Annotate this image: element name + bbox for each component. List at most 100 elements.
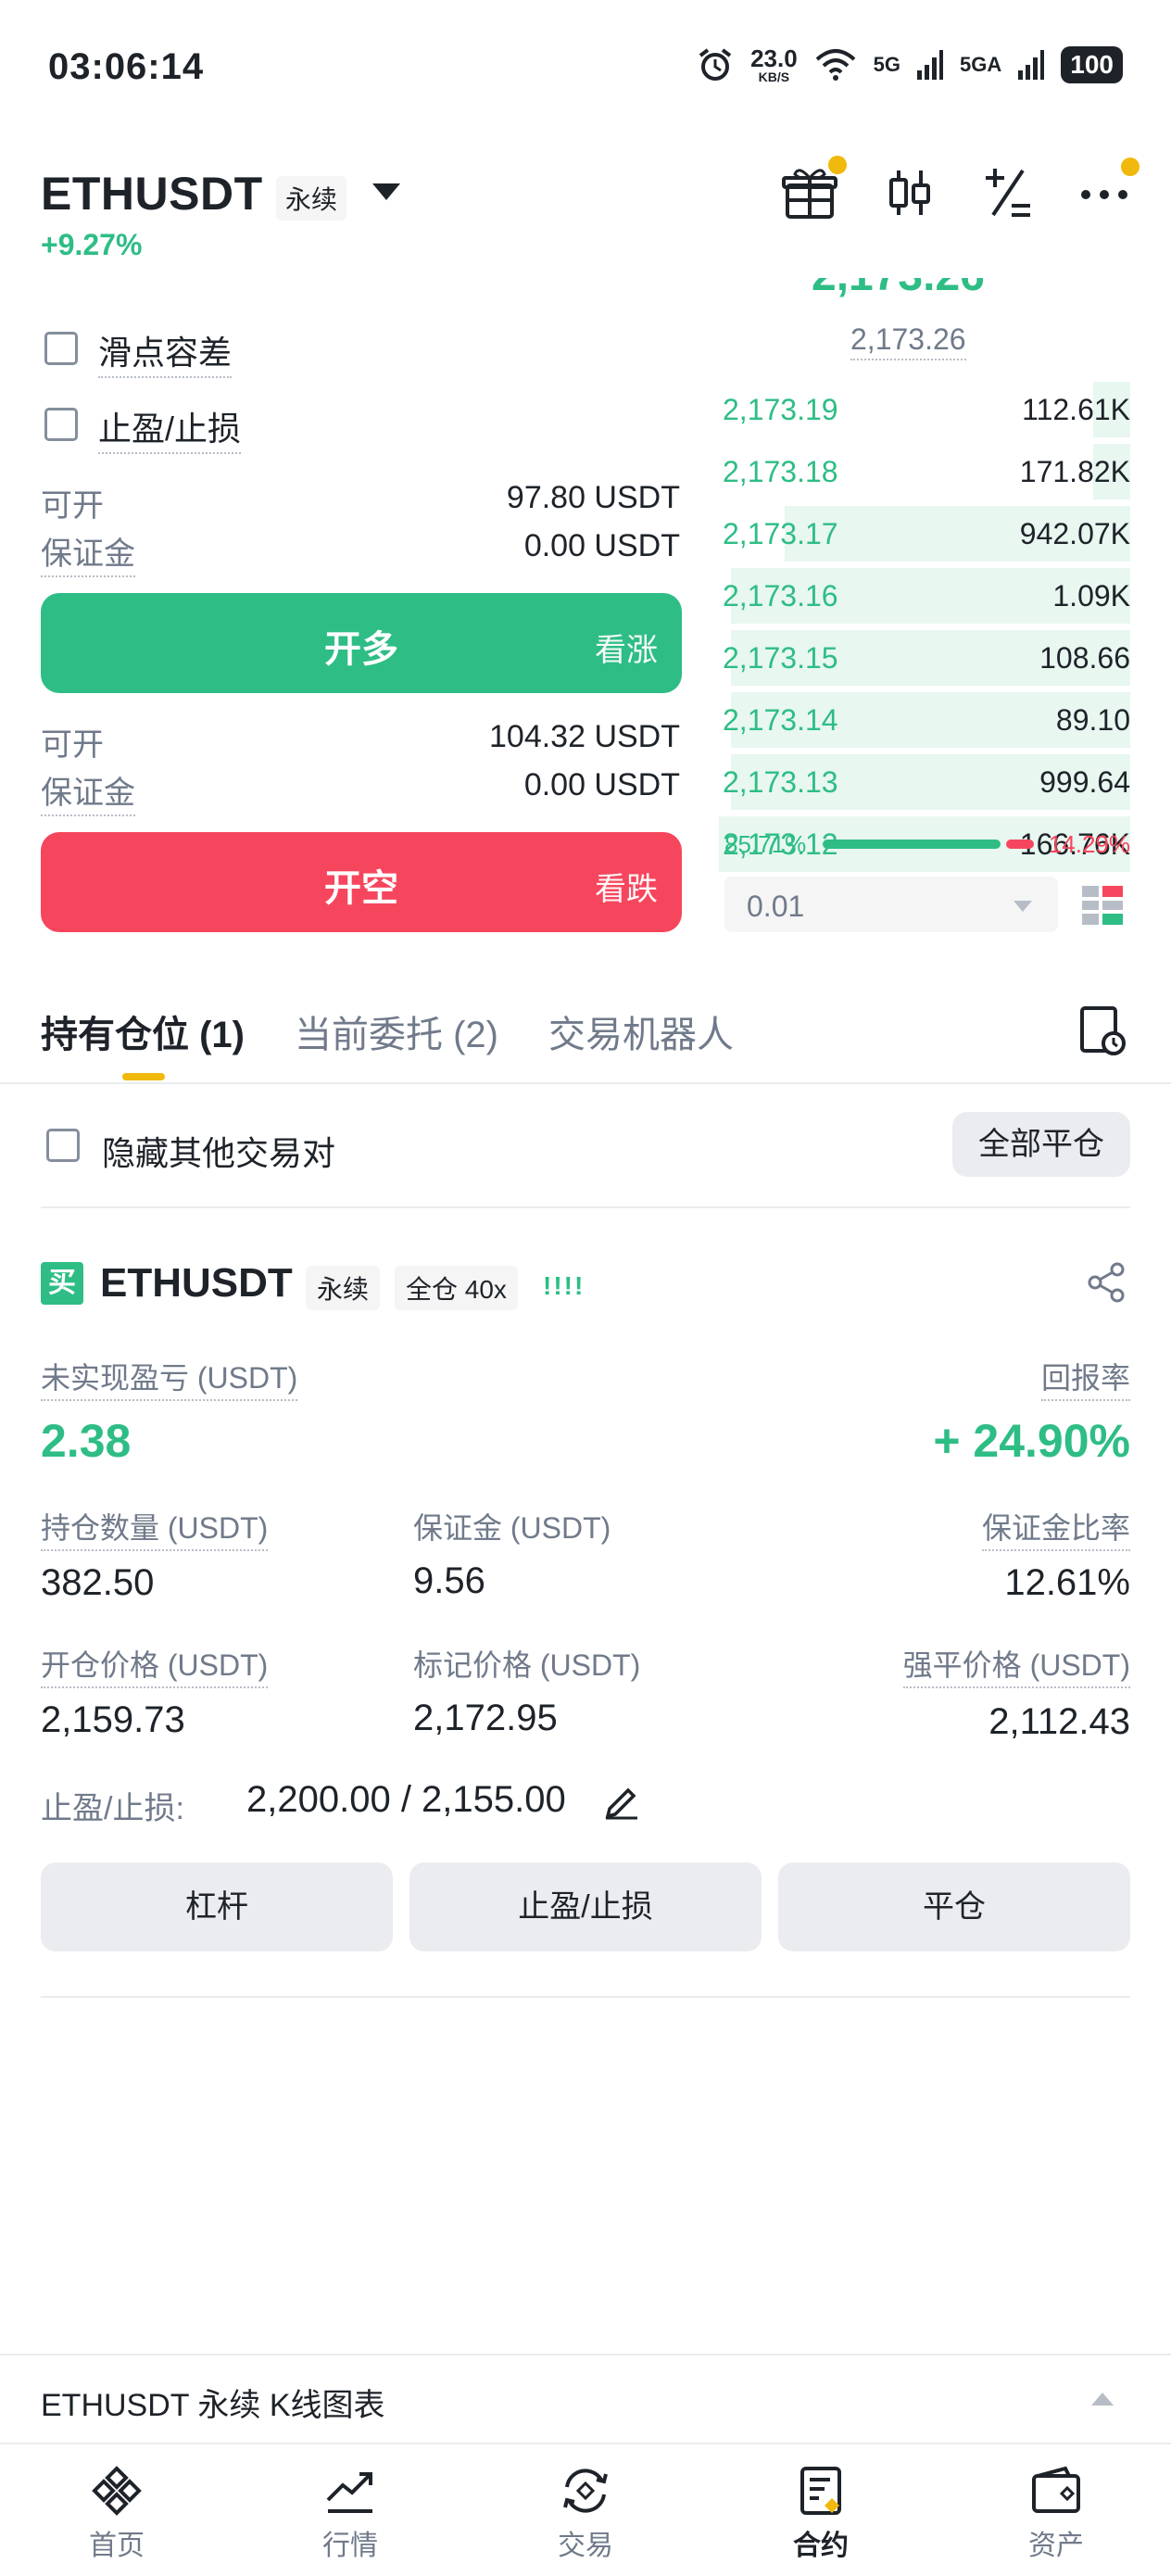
battery-icon: 100 xyxy=(1061,46,1123,83)
status-icons: 23.0 KB/S 5G 5GA 100 xyxy=(697,46,1123,83)
net-speed: 23.0 KB/S xyxy=(750,44,798,84)
gift-badge xyxy=(828,156,847,174)
short-margin-label: 保证金 xyxy=(41,767,135,816)
more-badge xyxy=(1121,158,1140,176)
nav-trade[interactable]: 交易 xyxy=(511,2463,660,2563)
signal-5g-icon: 5G xyxy=(873,53,901,76)
edit-pencil-icon[interactable] xyxy=(602,1781,641,1820)
tab-open-orders[interactable]: 当前委托 (2) xyxy=(295,1004,498,1058)
calculator-icon[interactable] xyxy=(978,163,1038,222)
buy-side-tag: 买 xyxy=(41,1262,83,1305)
buy-ratio-bar xyxy=(823,840,1001,849)
nav-futures[interactable]: 合约 xyxy=(747,2463,895,2563)
wallet-icon xyxy=(1032,2466,1080,2513)
candlestick-icon[interactable] xyxy=(880,163,939,222)
bid-row[interactable]: 2,173.13 999.64 xyxy=(719,754,1130,810)
bid-price: 2,173.16 xyxy=(723,579,838,612)
tpsl-checkbox[interactable] xyxy=(44,408,78,441)
bid-row[interactable]: 2,173.19 112.61K xyxy=(719,382,1130,437)
chevron-down-icon xyxy=(1014,901,1032,912)
close-all-button[interactable]: 全部平仓 xyxy=(952,1112,1130,1177)
sell-ratio: 14.29% xyxy=(1048,830,1130,858)
bid-row[interactable]: 2,173.17 942.07K xyxy=(719,506,1130,562)
mark-price-value: 2,172.95 xyxy=(413,1698,558,1738)
share-icon[interactable] xyxy=(1086,1262,1127,1303)
bid-qty: 942.07K xyxy=(1019,517,1130,550)
short-avail-value: 104.32 USDT xyxy=(489,719,680,754)
nav-home[interactable]: 首页 xyxy=(43,2463,191,2563)
sell-ratio-bar xyxy=(1006,840,1034,849)
chevron-up-icon xyxy=(1091,2393,1114,2406)
bid-row[interactable]: 2,173.18 171.82K xyxy=(719,444,1130,499)
order-history-icon[interactable] xyxy=(1077,1004,1128,1056)
wifi-icon xyxy=(815,49,856,81)
bid-price: 2,173.18 xyxy=(723,455,838,488)
margin-label: 保证金 (USDT) xyxy=(413,1511,611,1545)
bid-price: 2,173.19 xyxy=(723,393,838,426)
gift-icon[interactable] xyxy=(780,163,839,222)
entry-price-label[interactable]: 开仓价格 (USDT) xyxy=(41,1642,269,1688)
price-change: +9.27% xyxy=(41,228,143,261)
bid-qty: 108.66 xyxy=(1039,641,1130,675)
bid-row[interactable]: 2,173.14 89.10 xyxy=(719,692,1130,748)
futures-doc-icon xyxy=(800,2467,841,2515)
nav-assets[interactable]: 资产 xyxy=(982,2463,1130,2563)
mark-price[interactable]: 2,173.26 xyxy=(850,322,966,360)
position-contract-tag: 永续 xyxy=(306,1266,381,1310)
bid-row[interactable]: 2,173.16 1.09K xyxy=(719,568,1130,624)
symbol-dropdown-icon[interactable] xyxy=(372,183,400,200)
kline-chart-drawer[interactable]: ETHUSDT 永续 K线图表 xyxy=(0,2354,1171,2443)
slippage-checkbox[interactable] xyxy=(44,332,78,365)
symbol-title[interactable]: ETHUSDT xyxy=(41,167,263,221)
adl-indicator: !!!! xyxy=(543,1271,586,1300)
short-avail-label: 可开 xyxy=(41,727,104,763)
size-label[interactable]: 持仓数量 (USDT) xyxy=(41,1505,269,1551)
margin-ratio-value: 12.61% xyxy=(1004,1562,1130,1603)
roe-label[interactable]: 回报率 xyxy=(1040,1355,1130,1401)
bid-qty: 1.09K xyxy=(1052,579,1130,612)
bid-qty: 171.82K xyxy=(1019,455,1130,488)
card-divider xyxy=(41,1996,1130,1998)
tpsl-button[interactable]: 止盈/止损 xyxy=(409,1863,762,1951)
bottom-nav: 首页 行情 交易 合约 资产 xyxy=(0,2443,1171,2576)
bid-qty: 89.10 xyxy=(1055,703,1130,737)
bid-qty: 999.64 xyxy=(1039,765,1130,799)
depth-step-select[interactable]: 0.01 xyxy=(724,877,1058,932)
long-margin-value: 0.00 USDT xyxy=(523,528,680,563)
position-symbol[interactable]: ETHUSDT xyxy=(100,1260,293,1307)
signal-bars-icon xyxy=(917,50,944,80)
kline-chart-title: ETHUSDT 永续 K线图表 xyxy=(41,2388,385,2423)
active-tab-indicator xyxy=(122,1073,165,1080)
slippage-label: 滑点容差 xyxy=(98,326,233,378)
margin-ratio-label[interactable]: 保证金比率 xyxy=(981,1505,1130,1551)
nav-markets[interactable]: 行情 xyxy=(276,2463,424,2563)
signal-bars-icon xyxy=(1018,50,1045,80)
filter-divider xyxy=(41,1206,1130,1208)
signal-5ga-icon: 5GA xyxy=(960,53,1002,76)
hide-other-pairs-checkbox[interactable] xyxy=(46,1129,80,1162)
liq-price-label[interactable]: 强平价格 (USDT) xyxy=(902,1642,1130,1688)
leverage-button[interactable]: 杠杆 xyxy=(41,1863,393,1951)
margin-value: 9.56 xyxy=(413,1560,485,1601)
tab-positions[interactable]: 持有仓位 (1) xyxy=(41,1004,245,1058)
tpsl-label: 止盈/止损 xyxy=(98,402,242,454)
pnl-label[interactable]: 未实现盈亏 (USDT) xyxy=(41,1355,298,1401)
tab-trading-bots[interactable]: 交易机器人 xyxy=(548,1004,734,1058)
tabs-divider xyxy=(0,1082,1171,1084)
open-short-button[interactable]: 开空 看跌 xyxy=(41,832,682,932)
markets-chart-icon xyxy=(326,2472,372,2513)
roe-value: + 24.90% xyxy=(933,1415,1130,1467)
long-margin-label: 保证金 xyxy=(41,528,135,577)
hide-other-pairs-label: 隐藏其他交易对 xyxy=(102,1134,336,1172)
close-position-button[interactable]: 平仓 xyxy=(778,1863,1130,1951)
mark-price-label: 标记价格 (USDT) xyxy=(413,1648,641,1682)
pnl-value: 2.38 xyxy=(41,1415,132,1467)
bid-row[interactable]: 2,173.15 108.66 xyxy=(719,630,1130,686)
alarm-icon xyxy=(699,48,732,81)
open-long-button[interactable]: 开多 看涨 xyxy=(41,593,682,693)
trade-swap-icon xyxy=(563,2469,608,2513)
position-mode-tag[interactable]: 全仓 40x xyxy=(395,1266,518,1310)
tpsl-row-label: 止盈/止损: xyxy=(41,1791,184,1826)
last-price: 2,173.26 xyxy=(812,278,1025,306)
orderbook-layout-icon[interactable] xyxy=(1080,882,1125,927)
